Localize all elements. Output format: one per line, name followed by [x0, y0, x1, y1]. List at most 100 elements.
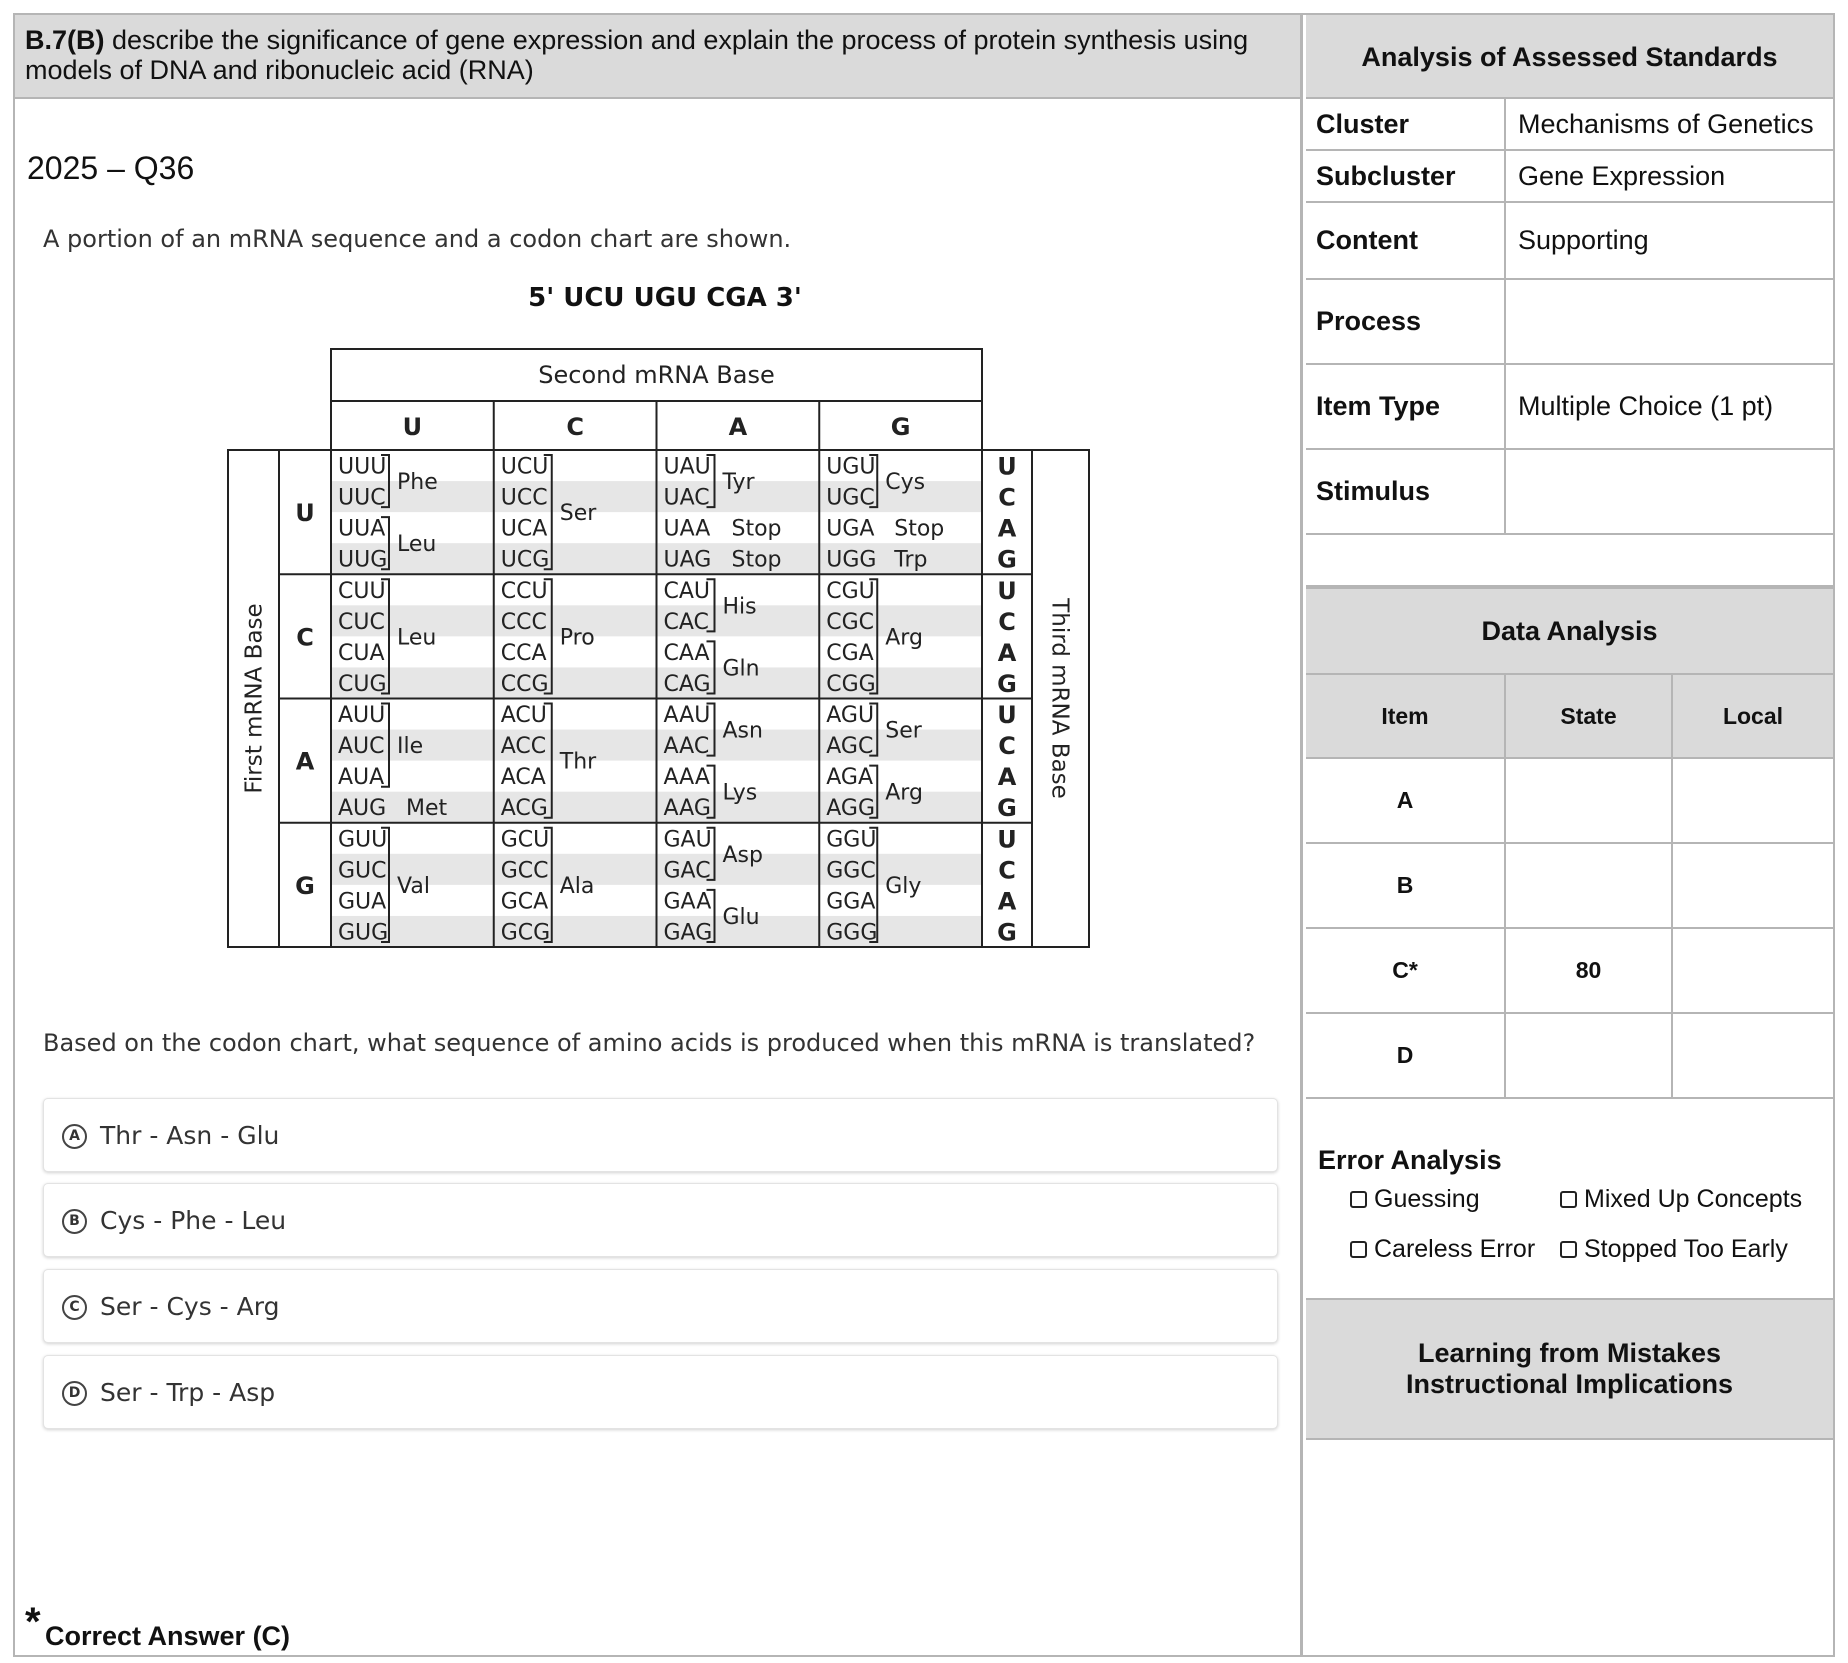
codon-GAC: GAC: [664, 858, 711, 883]
amino-acid-thr: Thr: [559, 750, 597, 775]
codon-ACC: ACC: [501, 734, 546, 759]
codon-CAA: CAA: [664, 641, 710, 666]
learning-title: Learning from Mistakes: [1417, 1338, 1722, 1368]
error-option-careless-error[interactable]: Careless Error: [1350, 1235, 1535, 1264]
codon-UUG: UUG: [338, 548, 387, 573]
third-base-C: C: [998, 856, 1016, 884]
amino-acid-gln: Gln: [723, 656, 760, 681]
codon-GUA: GUA: [338, 889, 386, 914]
third-base-G: G: [997, 546, 1017, 574]
answer-choice-c[interactable]: C Ser - Cys - Arg: [43, 1269, 1278, 1343]
codon-CGC: CGC: [826, 610, 874, 635]
codon-ACG: ACG: [501, 796, 548, 821]
metadata-label: Process: [1306, 280, 1506, 363]
error-option-guessing[interactable]: Guessing: [1350, 1185, 1480, 1214]
question-panel: B.7(B) describe the significance of gene…: [15, 15, 1303, 1655]
learning-from-mistakes-header: Learning from Mistakes Instructional Imp…: [1306, 1298, 1833, 1440]
codon-UCG: UCG: [501, 548, 550, 573]
answer-choice-d[interactable]: D Ser - Trp - Asp: [43, 1355, 1278, 1429]
third-base-label: Third mRNA Base: [1047, 597, 1073, 799]
third-base-A: A: [998, 515, 1017, 543]
metadata-row-cluster: Cluster Mechanisms of Genetics: [1306, 99, 1833, 151]
codon-UUA: UUA: [338, 517, 385, 542]
codon-GGU: GGU: [826, 827, 876, 852]
metadata-value: Supporting: [1518, 225, 1649, 255]
first-base-C: C: [296, 623, 314, 651]
codon-UCA: UCA: [501, 517, 548, 542]
data-cell-state: [1506, 844, 1673, 929]
codon-AUA: AUA: [338, 765, 384, 790]
error-analysis-title: Error Analysis: [1318, 1145, 1502, 1175]
metadata-label: Subcluster: [1306, 151, 1506, 201]
metadata-label: Cluster: [1306, 99, 1506, 149]
codon-AUU: AUU: [338, 703, 385, 728]
codon-UGU: UGU: [826, 455, 875, 480]
codon-UGC: UGC: [826, 486, 875, 511]
codon-AAC: AAC: [664, 734, 710, 759]
codon-GCA: GCA: [501, 889, 548, 914]
second-base-G: G: [891, 413, 911, 441]
checkbox-icon[interactable]: [1560, 1191, 1577, 1208]
error-option-mixed-up-concepts[interactable]: Mixed Up Concepts: [1560, 1185, 1802, 1214]
amino-acid-asn: Asn: [723, 719, 763, 744]
analysis-title: Analysis of Assessed Standards: [1306, 15, 1833, 99]
metadata-label: Item Type: [1306, 365, 1506, 448]
amino-acid-ile: Ile: [397, 734, 423, 759]
codon-AGA: AGA: [826, 765, 873, 790]
codon-GUC: GUC: [338, 858, 387, 883]
correct-answer: Correct Answer (C): [45, 1621, 291, 1651]
assessment-sheet: B.7(B) describe the significance of gene…: [13, 13, 1835, 1657]
codon-UAG: UAG: [664, 548, 712, 573]
metadata-spacer-row: [1306, 535, 1833, 587]
data-cell-item: C*: [1306, 929, 1506, 1014]
error-option-stopped-too-early[interactable]: Stopped Too Early: [1560, 1235, 1788, 1264]
third-base-U: U: [997, 825, 1017, 853]
codon-chart: Second mRNA BaseU C A GFirst mRNA Base Third…: [227, 348, 1090, 948]
answer-choice-b[interactable]: B Cys - Phe - Leu: [43, 1183, 1278, 1257]
checkbox-icon[interactable]: [1350, 1191, 1367, 1208]
amino-acid-ser: Ser: [885, 719, 923, 744]
codon-AUG: AUG: [338, 796, 386, 821]
third-base-G: G: [997, 918, 1017, 946]
amino-acid-glu: Glu: [723, 905, 760, 930]
data-cell-local: [1673, 759, 1833, 844]
amino-acid-met: Met: [406, 796, 448, 821]
checkbox-icon[interactable]: [1350, 1241, 1367, 1258]
amino-acid-leu: Leu: [397, 532, 436, 557]
third-base-C: C: [998, 608, 1016, 636]
data-analysis-title: Data Analysis: [1306, 587, 1833, 675]
codon-GAA: GAA: [664, 889, 712, 914]
data-header-state: State: [1506, 675, 1673, 759]
third-base-U: U: [997, 453, 1017, 481]
data-cell-state: [1506, 1014, 1673, 1099]
first-base-A: A: [296, 748, 315, 776]
codon-UAA: UAA: [664, 517, 711, 542]
metadata-value: Mechanisms of Genetics: [1518, 108, 1814, 139]
codon-CUC: CUC: [338, 610, 385, 635]
codon-GCG: GCG: [501, 920, 550, 945]
codon-CCC: CCC: [501, 610, 547, 635]
second-base-U: U: [403, 413, 423, 441]
third-base-G: G: [997, 670, 1017, 698]
codon-UAC: UAC: [664, 486, 710, 511]
choice-text: Ser - Cys - Arg: [100, 1292, 280, 1321]
data-cell-local: [1673, 844, 1833, 929]
checkbox-icon[interactable]: [1560, 1241, 1577, 1258]
codon-CCU: CCU: [501, 579, 548, 604]
codon-AGU: AGU: [826, 703, 874, 728]
codon-ACA: ACA: [501, 765, 546, 790]
analysis-panel: Analysis of Assessed Standards Cluster Me…: [1306, 15, 1833, 1655]
codon-UGA: UGA: [826, 517, 874, 542]
codon-CUA: CUA: [338, 641, 385, 666]
third-base-U: U: [997, 701, 1017, 729]
first-base-U: U: [295, 499, 315, 527]
codon-AAA: AAA: [664, 765, 710, 790]
first-base-label: First mRNA Base: [242, 603, 268, 793]
choice-letter-badge: C: [62, 1295, 87, 1320]
choice-letter-badge: A: [62, 1124, 87, 1149]
codon-CUG: CUG: [338, 672, 387, 697]
metadata-value: [1508, 450, 1833, 533]
error-option-label: Careless Error: [1374, 1235, 1536, 1263]
answer-choice-a[interactable]: A Thr - Asn - Glu: [43, 1098, 1278, 1172]
codon-CGA: CGA: [826, 641, 873, 666]
